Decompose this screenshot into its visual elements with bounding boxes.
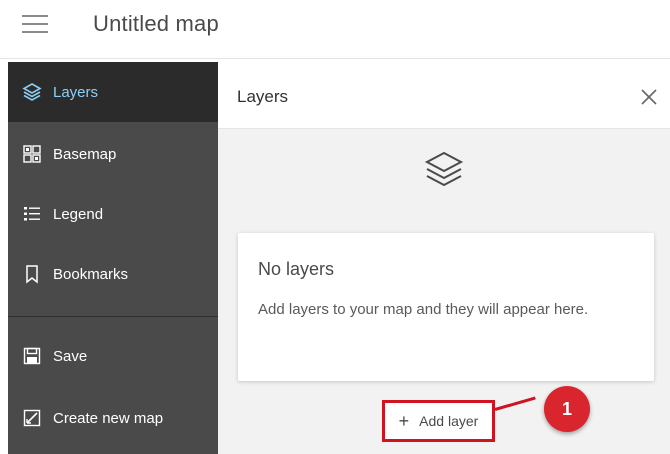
- bookmark-icon: [21, 263, 43, 285]
- sidebar-item-label: Create new map: [53, 409, 164, 427]
- add-layer-label: Add layer: [419, 413, 479, 429]
- basemap-grid-icon: [21, 143, 43, 165]
- sidebar-item-create-new-map[interactable]: Create new map: [8, 388, 218, 448]
- close-icon[interactable]: [638, 86, 660, 108]
- map-title[interactable]: Untitled map: [93, 11, 219, 37]
- top-header: Untitled map: [0, 0, 670, 59]
- sidebar-item-label: Bookmarks: [53, 265, 129, 283]
- layers-icon: [21, 81, 43, 103]
- empty-state-card: No layers Add layers to your map and the…: [238, 233, 654, 381]
- menu-icon[interactable]: [22, 13, 50, 35]
- save-icon: [21, 345, 43, 367]
- plus-icon: +: [398, 411, 410, 431]
- sidebar-item-legend[interactable]: Legend: [8, 184, 218, 244]
- sidebar-item-label: Save: [53, 347, 88, 365]
- callout-badge: 1: [544, 386, 590, 432]
- legend-list-icon: [21, 203, 43, 225]
- callout-pointer-line: [494, 396, 536, 411]
- sidebar-item-save[interactable]: Save: [8, 326, 218, 386]
- sidebar-item-basemap[interactable]: Basemap: [8, 124, 218, 184]
- empty-state-text: Add layers to your map and they will app…: [258, 301, 589, 318]
- add-layer-button[interactable]: + Add layer: [382, 400, 495, 442]
- layers-panel: Layers No layers Add layers to your map …: [218, 62, 670, 454]
- sidebar-item-layers[interactable]: Layers: [8, 62, 218, 122]
- panel-title: Layers: [237, 87, 289, 106]
- empty-state-title: No layers: [258, 259, 335, 279]
- sidebar-item-label: Legend: [53, 205, 104, 223]
- sidebar-item-label: Basemap: [53, 145, 117, 163]
- new-map-icon: [21, 407, 43, 429]
- sidebar-divider: [8, 316, 218, 317]
- sidebar-item-bookmarks[interactable]: Bookmarks: [8, 244, 218, 304]
- sidebar: Layers Basemap Legend Bookmarks Save Cre…: [8, 62, 218, 454]
- sidebar-item-label: Layers: [53, 83, 99, 101]
- panel-header: Layers: [218, 62, 670, 129]
- layers-icon: [421, 148, 467, 194]
